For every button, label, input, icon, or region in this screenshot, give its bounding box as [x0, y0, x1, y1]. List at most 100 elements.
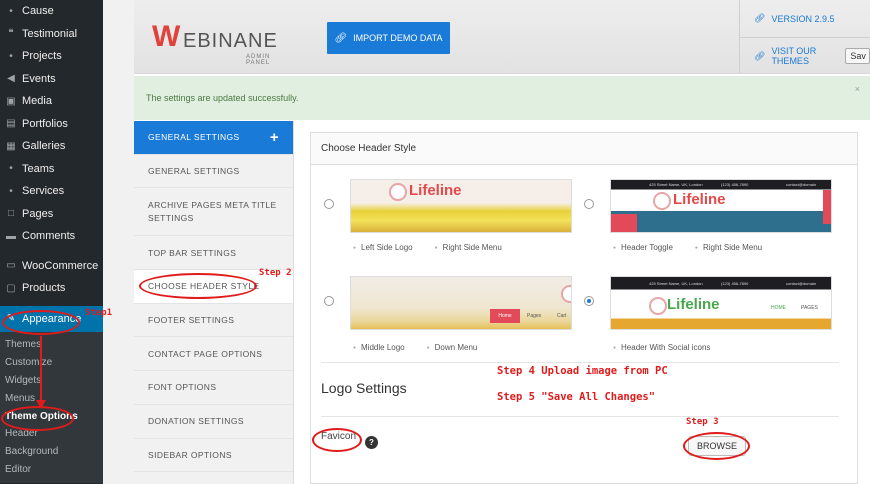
header-style-radio-3[interactable]: [324, 296, 334, 306]
wp-menu-pages[interactable]: □ Pages: [0, 203, 103, 226]
wp-menu-portfolios[interactable]: ▤ Portfolios: [0, 113, 103, 136]
help-icon[interactable]: ?: [365, 436, 378, 449]
wp-menu-galleries[interactable]: ▦ Galleries: [0, 135, 103, 158]
submenu-themes[interactable]: Themes: [0, 336, 103, 354]
brand-logo-icon: [561, 285, 571, 303]
import-demo-label: IMPORT DEMO DATA: [353, 33, 443, 43]
logo-settings-heading: Logo Settings: [321, 380, 407, 396]
topbar-address: 425 Street Name, UK, London: [649, 182, 703, 187]
wp-menu-woocommerce[interactable]: ▭ WooCommerce: [0, 255, 103, 278]
submenu-widgets[interactable]: Widgets: [0, 371, 103, 389]
panel-header: W EBINANE ADMIN PANEL 🔗︎ IMPORT DEMO DAT…: [134, 0, 870, 74]
header-style-radio-1[interactable]: [324, 199, 334, 209]
success-notice: The settings are updated successfully. ×: [134, 76, 870, 120]
visit-themes-link[interactable]: 🔗︎ VISIT OUR THEMES Sav: [740, 37, 870, 74]
preview-brand: Lifeline: [409, 182, 462, 199]
wp-menu-comments[interactable]: ▬ Comments: [0, 225, 103, 248]
submenu-background[interactable]: Background: [0, 443, 103, 461]
wp-menu-projects[interactable]: • Projects: [0, 45, 103, 68]
annotation-circle-favicon: [312, 428, 362, 452]
wp-menu-cause[interactable]: • Cause: [0, 0, 103, 23]
wp-menu-events[interactable]: ◀ Events: [0, 68, 103, 91]
wp-menu-label: Comments: [22, 230, 76, 243]
tab-archive-pages-meta-title[interactable]: ARCHIVE PAGES META TITLE SETTINGS: [134, 188, 293, 237]
page-icon: □: [7, 208, 15, 220]
tab-top-bar-settings[interactable]: TOP BAR SETTINGS: [134, 236, 293, 271]
submenu-editor[interactable]: Editor: [0, 461, 103, 479]
topbar-mail: contact@domain: [786, 281, 817, 286]
logo-w-mark: W: [152, 20, 180, 53]
submenu-menus[interactable]: Menus: [0, 389, 103, 407]
link-icon: 🔗︎: [754, 50, 766, 61]
wp-menu-label: Pages: [22, 207, 54, 220]
preview-nav-pages: PAGES: [801, 305, 818, 311]
wp-menu-label: Media: [22, 95, 52, 108]
import-demo-button[interactable]: 🔗︎ IMPORT DEMO DATA: [327, 22, 450, 54]
version-link[interactable]: 🔗︎ VERSION 2.9.5: [740, 0, 870, 37]
tab-font-options[interactable]: FONT OPTIONS: [134, 371, 293, 405]
header-caption-3: Middle LogoDown Menu: [353, 343, 477, 352]
topbar-phone: (123) 456-7890: [721, 182, 749, 187]
gallery-icon: ▦: [6, 140, 16, 152]
header-style-radio-2[interactable]: [584, 199, 594, 209]
header-preview-1[interactable]: Lifeline: [350, 179, 572, 233]
link-icon: 🔗︎: [334, 32, 348, 44]
preview-nav-cart: Cart: [557, 313, 567, 319]
settings-tabs: GENERAL SETTINGS + GENERAL SETTINGS ARCHI…: [134, 121, 294, 484]
pin-icon: •: [9, 5, 13, 17]
preview-nav-home: Home: [490, 309, 520, 323]
annotation-circle-appearance: [2, 310, 80, 335]
annotation-step3: Step 3: [686, 417, 719, 427]
tab-sidebar-options[interactable]: SIDEBAR OPTIONS: [134, 439, 293, 473]
header-caption-1: Left Side LogoRight Side Menu: [353, 243, 502, 252]
divider: [321, 362, 839, 363]
wp-menu-services[interactable]: • Services: [0, 180, 103, 203]
annotation-step2: Step 2: [259, 268, 292, 278]
header-style-radio-4[interactable]: [584, 296, 594, 306]
topbar-mail: contact@domain: [786, 182, 817, 187]
header-preview-3[interactable]: Home Pages Cart: [350, 276, 572, 330]
annotation-step4: Step 4 Upload image from PC: [497, 365, 668, 377]
wp-menu-label: Projects: [22, 50, 62, 63]
brand-logo-icon: [653, 192, 671, 210]
tab-general-settings[interactable]: GENERAL SETTINGS: [134, 155, 293, 189]
tab-general-settings-header[interactable]: GENERAL SETTINGS +: [134, 121, 293, 155]
header-caption-2: Header ToggleRight Side Menu: [613, 243, 762, 252]
section-title: Choose Header Style: [311, 133, 857, 165]
wp-menu-testimonial[interactable]: ❝ Testimonial: [0, 23, 103, 46]
woo-icon: ▭: [6, 260, 16, 272]
logo-subtitle: ADMIN PANEL: [246, 54, 271, 66]
wp-menu-products[interactable]: ▢ Products: [0, 277, 103, 300]
tab-footer-settings[interactable]: FOOTER SETTINGS: [134, 304, 293, 338]
header-preview-4[interactable]: 425 Street Name, UK, London (123) 456-78…: [610, 276, 832, 330]
portfolio-icon: ▤: [6, 118, 16, 130]
brand-logo-icon: [649, 297, 667, 315]
plus-icon: +: [269, 128, 279, 146]
notice-text: The settings are updated successfully.: [146, 93, 299, 103]
divider: [321, 416, 839, 417]
tab-donation-settings[interactable]: DONATION SETTINGS: [134, 405, 293, 439]
wp-menu-label: Testimonial: [22, 27, 78, 40]
preview-brand: Lifeline: [673, 191, 726, 208]
annotation-step5: Step 5 "Save All Changes": [497, 391, 656, 403]
wp-menu-label: WooCommerce: [22, 259, 99, 272]
pin-icon: •: [9, 163, 13, 175]
wp-menu-teams[interactable]: • Teams: [0, 158, 103, 181]
close-icon[interactable]: ×: [855, 84, 860, 94]
wp-menu-media[interactable]: ▣ Media: [0, 90, 103, 113]
wp-menu-label: Events: [22, 72, 56, 85]
pin-icon: •: [9, 50, 13, 62]
link-icon: 🔗︎: [754, 13, 766, 23]
annotation-circle-header-style: [139, 273, 257, 299]
admin-panel: W EBINANE ADMIN PANEL 🔗︎ IMPORT DEMO DAT…: [134, 0, 870, 484]
wp-menu-label: Cause: [22, 5, 54, 18]
tab-contact-page-options[interactable]: CONTACT PAGE OPTIONS: [134, 337, 293, 372]
submenu-customize[interactable]: Customize: [0, 353, 103, 371]
pin-icon: •: [9, 185, 13, 197]
annotation-step1: Step1: [85, 308, 113, 318]
save-button[interactable]: Sav: [845, 48, 870, 64]
topbar-phone: (123) 456-7890: [721, 281, 749, 286]
header-links: 🔗︎ VERSION 2.9.5 🔗︎ VISIT OUR THEMES Sav: [739, 0, 870, 74]
header-preview-2[interactable]: 425 Street Name, UK, London (123) 456-78…: [610, 179, 832, 233]
wp-menu-label: Teams: [22, 162, 55, 175]
